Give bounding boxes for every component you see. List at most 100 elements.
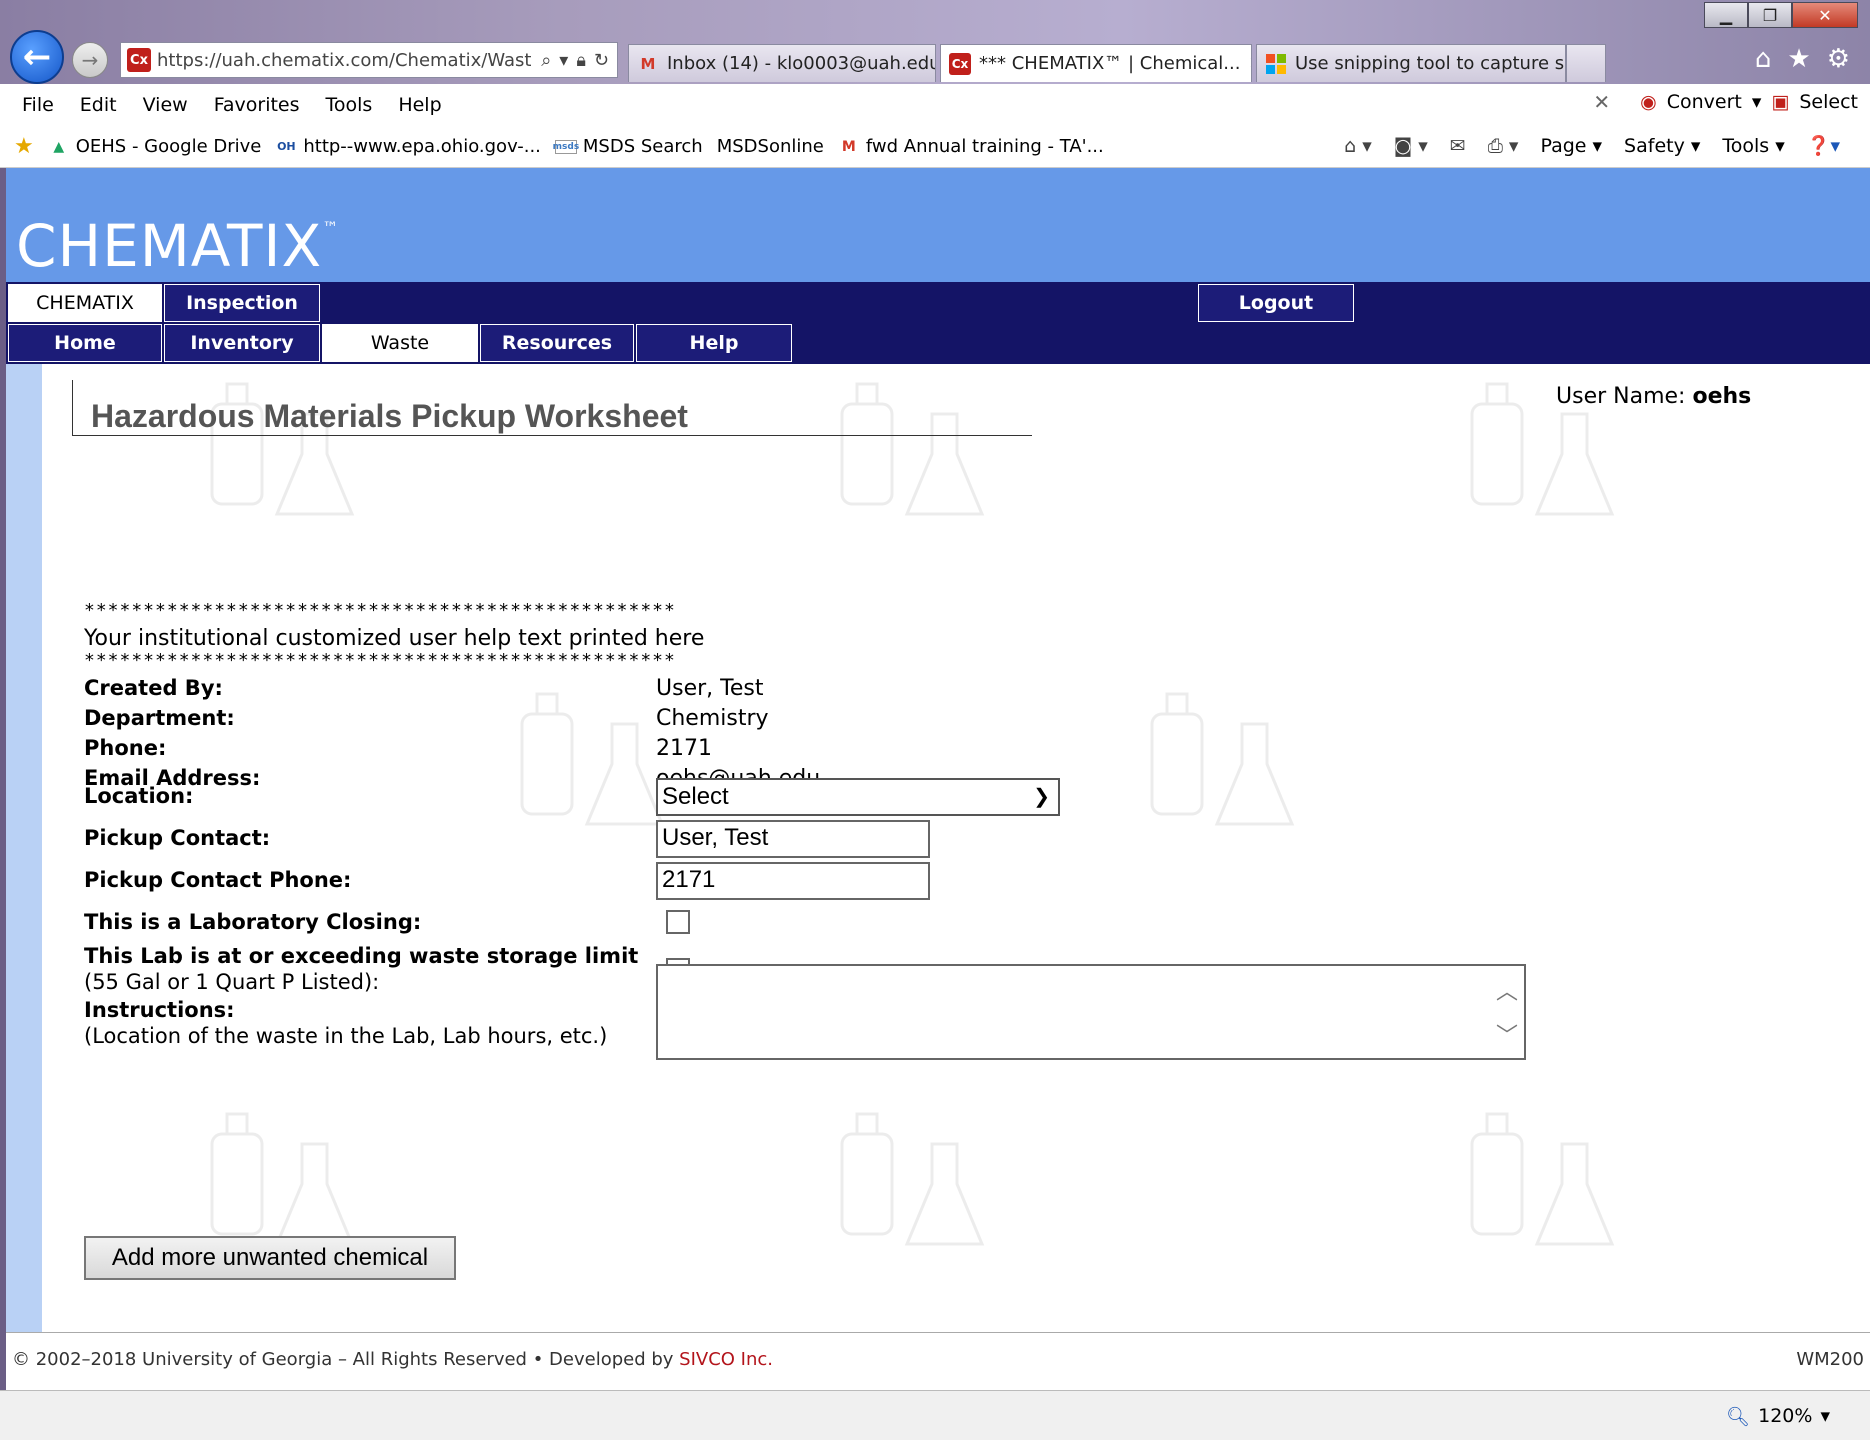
fav-ohio-epa[interactable]: OH http--www.epa.ohio.gov-...: [275, 136, 541, 158]
window-controls: ▁ ❐ ✕: [1704, 2, 1858, 28]
tab-snipping-tool[interactable]: Use snipping tool to capture sc...: [1256, 44, 1566, 82]
home-icon[interactable]: ⌂: [1755, 44, 1772, 74]
lock-icon[interactable]: 🔒︎: [576, 50, 586, 71]
new-tab-button[interactable]: [1566, 44, 1606, 82]
department-label: Department:: [84, 706, 235, 730]
forward-arrow-icon: →: [81, 48, 99, 72]
back-button[interactable]: ←: [10, 30, 64, 84]
nav-inspection[interactable]: Inspection: [164, 284, 320, 322]
fav-msds-search[interactable]: msds MSDS Search: [553, 136, 703, 157]
copyright-label: © 2002–2018 University of Georgia – All …: [12, 1349, 680, 1370]
minimize-button[interactable]: ▁: [1704, 2, 1748, 28]
nav-inventory[interactable]: Inventory: [164, 324, 320, 362]
address-bar[interactable]: Cx https://uah.chematix.com/Chematix/Was…: [120, 42, 618, 78]
sivco-link[interactable]: SIVCO Inc.: [679, 1349, 773, 1370]
status-bar: 🔍︎ 120% ▾: [0, 1390, 1870, 1440]
google-drive-icon: ▲: [53, 138, 65, 155]
storage-limit-sublabel: (55 Gal or 1 Quart P Listed):: [84, 970, 380, 994]
phone-label: Phone:: [84, 736, 167, 760]
chematix-logo: CHEMATIX™: [16, 212, 340, 280]
instructions-label: Instructions:: [84, 998, 235, 1022]
close-window-button[interactable]: ✕: [1792, 2, 1858, 28]
refresh-icon[interactable]: ↻: [594, 50, 609, 71]
gmail-icon: M: [841, 138, 856, 155]
add-unwanted-chemical-button[interactable]: Add more unwanted chemical: [84, 1236, 456, 1280]
menu-help[interactable]: Help: [398, 94, 441, 116]
ohio-epa-icon: OH: [277, 140, 296, 153]
dropdown-icon[interactable]: ▾: [559, 50, 568, 71]
menu-view[interactable]: View: [143, 94, 188, 116]
scroll-down-icon[interactable]: ﹀: [1496, 1018, 1518, 1050]
close-toolbar-icon[interactable]: ✕: [1593, 90, 1610, 114]
pickup-contact-phone-input[interactable]: 2171: [656, 862, 930, 900]
zoom-control[interactable]: 🔍︎ 120% ▾: [1726, 1405, 1830, 1428]
scroll-up-icon[interactable]: ︿: [1496, 974, 1518, 1006]
location-label: Location:: [84, 784, 194, 808]
menu-tools[interactable]: Tools: [326, 94, 373, 116]
help-circle-icon[interactable]: ❓▾: [1807, 134, 1840, 157]
fav-label: fwd Annual training - TA'...: [865, 136, 1104, 157]
forward-button[interactable]: →: [72, 42, 108, 78]
address-url[interactable]: https://uah.chematix.com/Chematix/Wast: [157, 50, 541, 71]
instructions-textarea[interactable]: ︿ ﹀: [656, 964, 1526, 1060]
mail-icon[interactable]: ✉: [1450, 135, 1466, 157]
tab-chematix[interactable]: Cx *** CHEMATIX™ | Chemical... ✕: [940, 44, 1252, 82]
favorites-star[interactable]: ★: [14, 134, 34, 159]
gear-icon[interactable]: ⚙: [1827, 44, 1850, 74]
pickup-contact-input[interactable]: User, Test: [656, 820, 930, 858]
instructions-sublabel: (Location of the waste in the Lab, Lab h…: [84, 1024, 608, 1048]
close-tab-icon[interactable]: ✕: [1248, 53, 1251, 74]
fav-label: http--www.epa.ohio.gov-...: [303, 136, 541, 157]
print-icon[interactable]: ⎙ ▾: [1488, 135, 1519, 157]
zoom-dropdown-icon[interactable]: ▾: [1820, 1405, 1830, 1428]
windows-icon: [1265, 53, 1287, 75]
select-icon: ▣: [1771, 91, 1790, 113]
tab-label: *** CHEMATIX™ | Chemical...: [979, 53, 1241, 74]
page-code: WM200: [1796, 1349, 1864, 1370]
home-menu-icon[interactable]: ⌂ ▾: [1344, 135, 1372, 157]
lab-closing-checkbox[interactable]: [666, 910, 690, 934]
nav-resources[interactable]: Resources: [480, 324, 634, 362]
stars-divider-top: ****************************************…: [84, 600, 676, 621]
nav-home[interactable]: Home: [8, 324, 162, 362]
convert-button[interactable]: Convert: [1667, 91, 1742, 113]
favorites-bar: ★ ▲ OEHS - Google Drive OH http--www.epa…: [0, 126, 1870, 168]
created-by-value: User, Test: [656, 676, 764, 701]
feeds-icon[interactable]: ◙ ▾: [1394, 135, 1428, 157]
favorites-star-icon[interactable]: ★: [1787, 44, 1810, 74]
menu-edit[interactable]: Edit: [80, 94, 117, 116]
user-name-label: User Name:: [1556, 384, 1686, 409]
convert-icon: ◉: [1640, 91, 1657, 113]
safety-menu[interactable]: Safety ▾: [1624, 135, 1700, 157]
tab-inbox[interactable]: M Inbox (14) - klo0003@uah.edu ...: [628, 44, 936, 82]
nav-waste[interactable]: Waste: [322, 324, 478, 362]
convert-dropdown-icon[interactable]: ▾: [1752, 91, 1762, 113]
chematix-icon: Cx: [949, 52, 971, 75]
fav-oehs-google-drive[interactable]: ▲ OEHS - Google Drive: [48, 136, 262, 158]
glassware-watermark-icon: [840, 1112, 985, 1246]
logout-button[interactable]: Logout: [1198, 284, 1354, 322]
nav-chematix[interactable]: CHEMATIX: [8, 284, 162, 322]
glassware-watermark-icon: [210, 1112, 355, 1246]
fav-label: OEHS - Google Drive: [75, 136, 262, 157]
menu-file[interactable]: File: [22, 94, 54, 116]
location-select[interactable]: Select ❯: [656, 778, 1060, 816]
phone-value: 2171: [656, 736, 712, 761]
chematix-favicon-icon: Cx: [127, 48, 151, 72]
select-button[interactable]: Select: [1799, 91, 1858, 113]
created-by-label: Created By:: [84, 676, 223, 700]
tab-label: Inbox (14) - klo0003@uah.edu ...: [667, 53, 936, 74]
page-menu[interactable]: Page ▾: [1540, 135, 1602, 157]
gmail-icon: M: [640, 54, 656, 73]
copyright-text: © 2002–2018 University of Georgia – All …: [12, 1349, 773, 1370]
fav-msdsonline[interactable]: MSDSonline: [717, 136, 824, 157]
search-icon[interactable]: ⌕: [541, 50, 551, 71]
fav-annual-training[interactable]: M fwd Annual training - TA'...: [838, 136, 1104, 158]
chevron-down-icon: ❯: [1033, 786, 1050, 808]
nav-help[interactable]: Help: [636, 324, 792, 362]
lab-closing-label: This is a Laboratory Closing:: [84, 910, 422, 934]
tools-menu[interactable]: Tools ▾: [1722, 135, 1784, 157]
department-value: Chemistry: [656, 706, 769, 731]
menu-favorites[interactable]: Favorites: [214, 94, 300, 116]
maximize-button[interactable]: ❐: [1748, 2, 1792, 28]
